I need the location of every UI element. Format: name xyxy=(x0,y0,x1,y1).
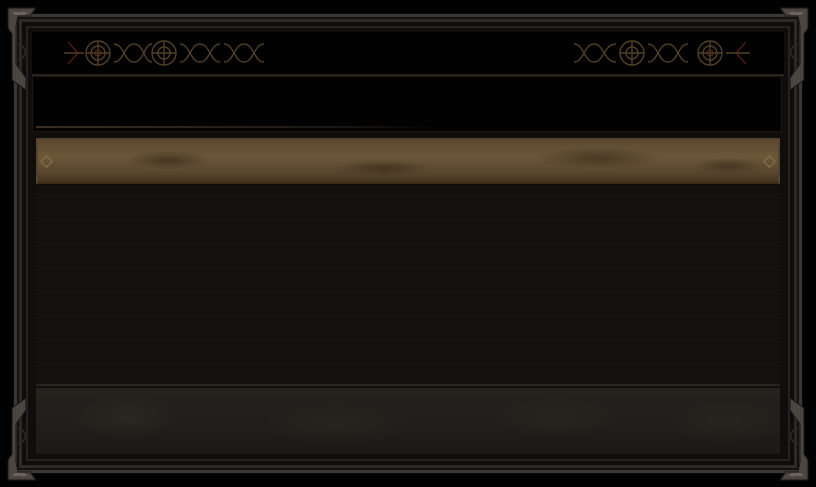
title-underline xyxy=(36,126,434,128)
panel-header-bar xyxy=(36,138,780,184)
diamond-left-icon xyxy=(40,155,53,168)
ornate-corner-icon xyxy=(7,397,37,481)
diamond-right-icon xyxy=(763,155,776,168)
game-dialog-panel xyxy=(0,0,816,487)
panel-footer-area xyxy=(36,388,780,454)
ornate-corner-icon xyxy=(779,7,809,91)
panel-title-zone xyxy=(32,76,782,132)
panel-content-area xyxy=(36,186,780,384)
celtic-knot-icon xyxy=(573,40,750,66)
ornate-corner-icon xyxy=(779,397,809,481)
ornate-corner-icon xyxy=(7,7,37,91)
celtic-knot-icon xyxy=(64,40,265,66)
content-divider xyxy=(36,384,780,386)
